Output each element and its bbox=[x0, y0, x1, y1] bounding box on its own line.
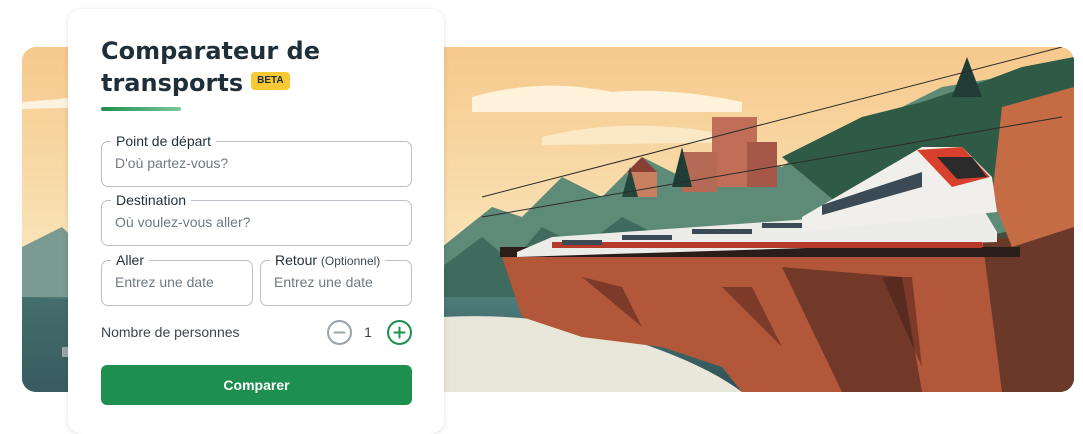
title-line-2-text: transports bbox=[101, 69, 244, 97]
return-date-field: Retour (Optionnel) bbox=[260, 252, 412, 306]
departure-field: Point de départ bbox=[101, 133, 412, 187]
decrement-persons-button[interactable] bbox=[327, 320, 352, 345]
destination-input[interactable] bbox=[115, 214, 363, 230]
return-date-label-text: Retour bbox=[275, 252, 318, 268]
departure-label: Point de départ bbox=[111, 133, 216, 149]
title-accent-bar bbox=[101, 107, 181, 111]
outbound-date-field: Aller bbox=[101, 252, 253, 306]
persons-count: 1 bbox=[364, 324, 372, 340]
transport-search-card: Comparateur de transports BETA Point de d… bbox=[68, 9, 444, 434]
increment-persons-button[interactable] bbox=[387, 320, 412, 345]
title-line-1: Comparateur de bbox=[101, 37, 320, 65]
return-optional-hint: (Optionnel) bbox=[320, 254, 381, 268]
compare-button[interactable]: Comparer bbox=[101, 365, 412, 405]
destination-field: Destination bbox=[101, 192, 412, 246]
persons-label: Nombre de personnes bbox=[101, 324, 240, 340]
return-date-label: Retour (Optionnel) bbox=[270, 252, 386, 269]
minus-circle-icon bbox=[333, 331, 346, 334]
page-title: Comparateur de transports BETA bbox=[101, 35, 421, 99]
beta-badge: BETA bbox=[251, 72, 290, 90]
outbound-date-input[interactable] bbox=[115, 274, 235, 290]
destination-label: Destination bbox=[111, 192, 192, 208]
return-date-input[interactable] bbox=[274, 274, 394, 290]
title-line-2: transports BETA bbox=[101, 67, 421, 99]
plus-circle-icon bbox=[393, 326, 406, 339]
outbound-date-label: Aller bbox=[111, 252, 150, 268]
departure-input[interactable] bbox=[115, 155, 363, 171]
